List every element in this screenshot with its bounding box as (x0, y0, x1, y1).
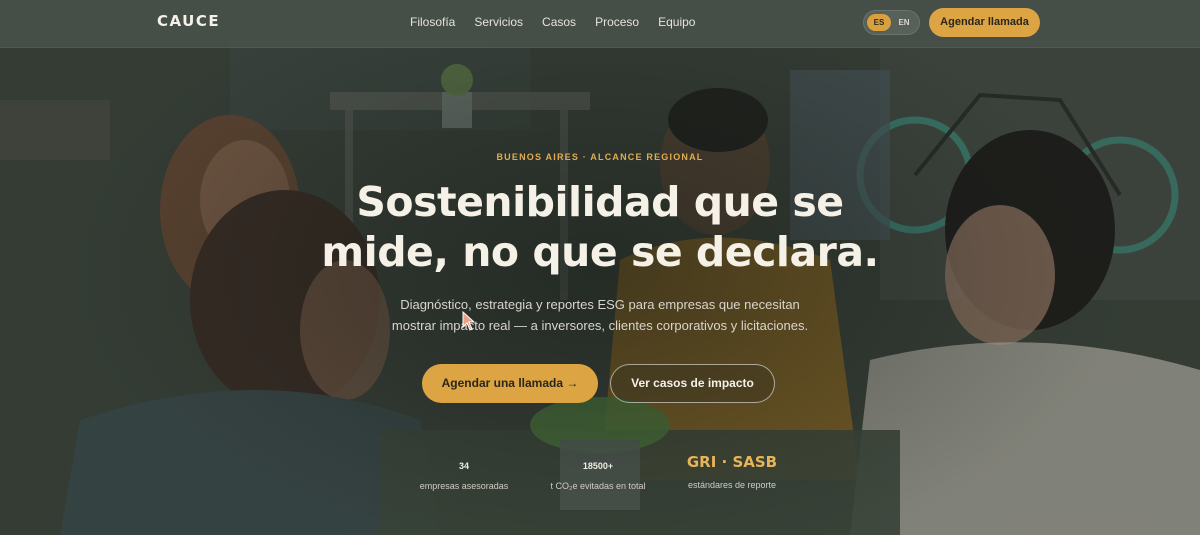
stat-value: GRI · SASB (686, 453, 778, 471)
language-option-es[interactable]: ES (867, 14, 891, 31)
brand-logo[interactable]: CAUCE (157, 12, 220, 30)
stat-label: empresas asesoradas (419, 481, 509, 491)
stat-label: estándares de reporte (687, 480, 777, 490)
stat-value: 18500+ (582, 461, 614, 471)
stat-companies-advised: 34 empresas asesoradas (404, 458, 524, 491)
nav-link-servicios[interactable]: Servicios (474, 15, 523, 29)
view-impact-cases-button[interactable]: Ver casos de impacto (610, 364, 775, 403)
hero-subtitle-line2: mostrar impacto real — a inversores, cli… (391, 318, 809, 333)
hero-section: CAUCE Filosofía Servicios Casos Proceso … (0, 0, 1200, 535)
stat-co2-avoided: 18500+ t CO₂e evitadas en total (538, 458, 658, 491)
hero-headline-line2: mide, no que se declara. (321, 228, 879, 276)
top-navbar: CAUCE Filosofía Servicios Casos Proceso … (0, 0, 1200, 48)
hero-eyebrow: BUENOS AIRES · ALCANCE REGIONAL (496, 152, 704, 162)
language-toggle: ES EN (863, 10, 920, 35)
nav-links: Filosofía Servicios Casos Proceso Equipo (410, 15, 695, 29)
hero-headline: Sostenibilidad que se mide, no que se de… (0, 177, 1200, 277)
stat-reporting-standards: GRI · SASB estándares de reporte (672, 454, 792, 491)
schedule-call-button[interactable]: Agendar llamada (929, 8, 1040, 37)
schedule-a-call-button[interactable]: Agendar una llamada → (422, 364, 598, 403)
mouse-pointer-icon (462, 311, 476, 331)
stat-value: 34 (458, 461, 469, 471)
hero-subtitle: Diagnóstico, estrategia y reportes ESG p… (0, 294, 1200, 336)
language-option-en[interactable]: EN (892, 14, 916, 31)
nav-link-casos[interactable]: Casos (542, 15, 576, 29)
hero-headline-line1: Sostenibilidad que se (356, 178, 844, 226)
hero-subtitle-line1: Diagnóstico, estrategia y reportes ESG p… (400, 297, 800, 312)
nav-link-proceso[interactable]: Proceso (595, 15, 639, 29)
nav-link-equipo[interactable]: Equipo (658, 15, 695, 29)
nav-link-filosofia[interactable]: Filosofía (410, 15, 455, 29)
stat-label: t CO₂e evitadas en total (550, 481, 646, 491)
